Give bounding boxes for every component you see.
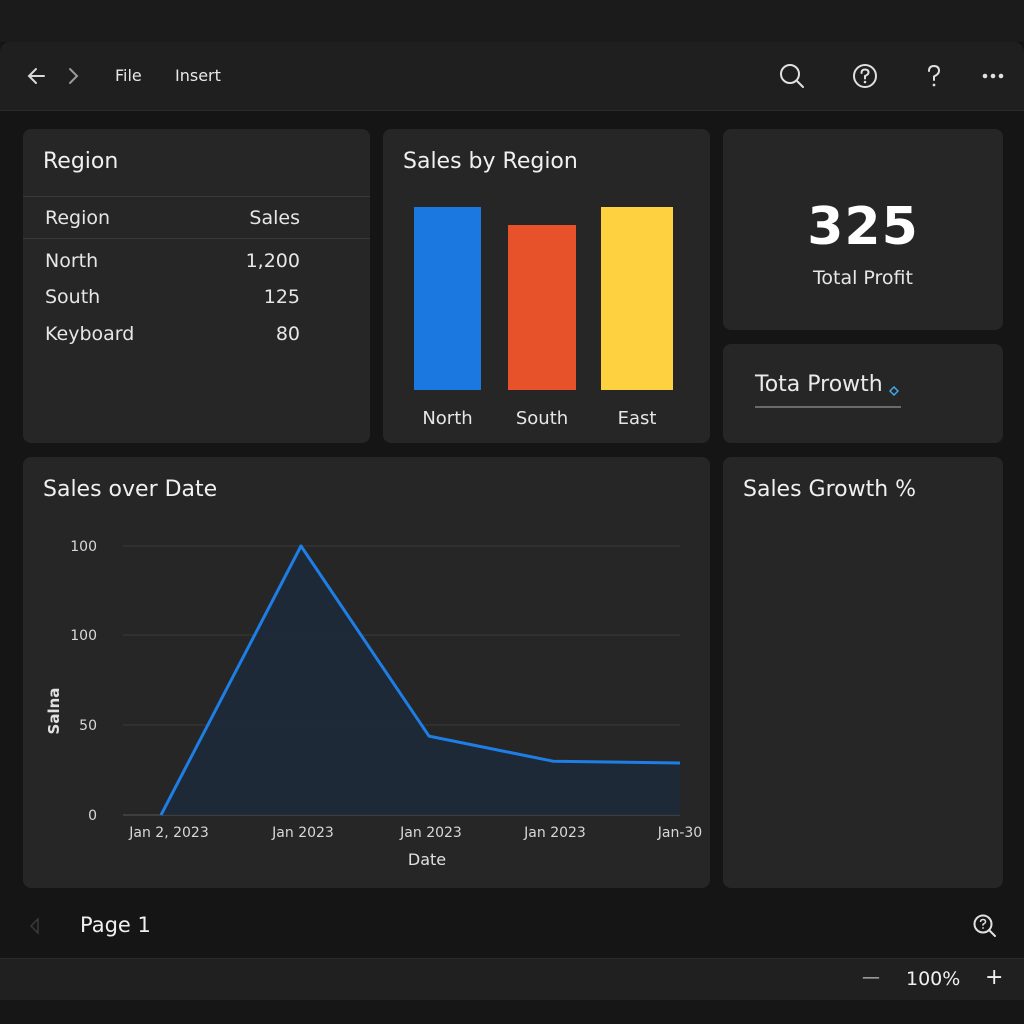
forward-arrow-icon[interactable] bbox=[60, 62, 88, 90]
x-axis-label: Date bbox=[408, 850, 446, 869]
region-table-title: Region bbox=[43, 149, 119, 174]
table-cell-sales: 80 bbox=[275, 323, 300, 345]
area-fill bbox=[161, 546, 680, 815]
status-bar: — 100% + bbox=[0, 958, 1024, 1001]
search-icon[interactable] bbox=[778, 62, 806, 90]
y-tick-label: 100 bbox=[70, 539, 97, 555]
y-tick-label: 100 bbox=[70, 628, 97, 644]
bar-category-label: North bbox=[422, 408, 473, 429]
question-icon[interactable] bbox=[920, 62, 948, 90]
kpi-value: 325 bbox=[807, 197, 919, 257]
page-tab[interactable]: Page 1 bbox=[80, 913, 151, 937]
bar-category-label: East bbox=[617, 408, 657, 429]
insert-menu[interactable]: Insert bbox=[175, 66, 221, 85]
table-divider-header bbox=[23, 238, 370, 239]
bar-east[interactable] bbox=[601, 207, 673, 390]
region-table-card[interactable]: Region Region Sales North 1,200 South 12… bbox=[23, 129, 370, 443]
toolbar: File Insert bbox=[0, 42, 1024, 111]
table-cell-sales: 125 bbox=[263, 286, 300, 308]
previous-page-icon[interactable] bbox=[28, 917, 42, 935]
table-cell-region: North bbox=[45, 250, 99, 272]
bottom-strip bbox=[0, 1000, 1024, 1024]
x-tick-label: Jan 2023 bbox=[399, 825, 462, 841]
page-navigation: Page 1 bbox=[0, 908, 1024, 958]
more-icon[interactable] bbox=[979, 62, 1007, 90]
sales-growth-card[interactable]: Sales Growth % bbox=[723, 457, 1003, 888]
x-tick-label: Jan 2023 bbox=[271, 825, 334, 841]
y-tick-label: 0 bbox=[88, 808, 97, 824]
help-circle-icon[interactable] bbox=[851, 62, 879, 90]
x-tick-label: Jan 2023 bbox=[523, 825, 586, 841]
table-divider-top bbox=[23, 196, 370, 197]
back-arrow-icon[interactable] bbox=[24, 62, 52, 90]
file-menu[interactable]: File bbox=[115, 66, 142, 85]
growth-text-value: Tota Prowth bbox=[755, 372, 883, 397]
text-cursor-icon bbox=[889, 386, 899, 396]
top-strip bbox=[0, 0, 1024, 42]
app-window: File Insert Region Region Sales North 1,… bbox=[0, 42, 1024, 958]
bar-south[interactable] bbox=[508, 225, 576, 390]
line-chart-card[interactable]: Sales over Date 100 100 50 0 Jan 2, 2023… bbox=[23, 457, 710, 888]
zoom-level: 100% bbox=[906, 968, 961, 990]
column-header-sales[interactable]: Sales bbox=[200, 207, 300, 229]
y-axis-label: Salna bbox=[45, 688, 63, 735]
table-cell-region: Keyboard bbox=[45, 323, 135, 345]
column-header-region[interactable]: Region bbox=[45, 207, 110, 229]
zoom-search-icon[interactable] bbox=[972, 913, 998, 939]
table-cell-sales: 1,200 bbox=[245, 250, 300, 272]
kpi-card[interactable]: 325 Total Profit bbox=[723, 129, 1003, 330]
zoom-out-button[interactable]: — bbox=[862, 967, 880, 988]
x-tick-label: Jan-30 bbox=[657, 825, 702, 841]
kpi-label: Total Profit bbox=[813, 267, 913, 289]
x-tick-label: Jan 2, 2023 bbox=[128, 825, 208, 841]
sales-growth-title: Sales Growth % bbox=[743, 477, 917, 502]
table-cell-region: South bbox=[45, 286, 101, 308]
bar-plot-area: North South East bbox=[383, 129, 710, 443]
bar-north[interactable] bbox=[414, 207, 481, 390]
growth-input-card: Tota Prowth bbox=[723, 344, 1003, 443]
bar-chart-card[interactable]: Sales by Region North South East bbox=[383, 129, 710, 443]
y-tick-label: 50 bbox=[79, 718, 97, 734]
zoom-in-button[interactable]: + bbox=[985, 965, 1003, 990]
line-chart-svg: 100 100 50 0 Jan 2, 2023 Jan 2023 Jan 20… bbox=[45, 539, 702, 869]
growth-text-field[interactable]: Tota Prowth bbox=[755, 372, 901, 408]
bar-category-label: South bbox=[515, 408, 569, 429]
